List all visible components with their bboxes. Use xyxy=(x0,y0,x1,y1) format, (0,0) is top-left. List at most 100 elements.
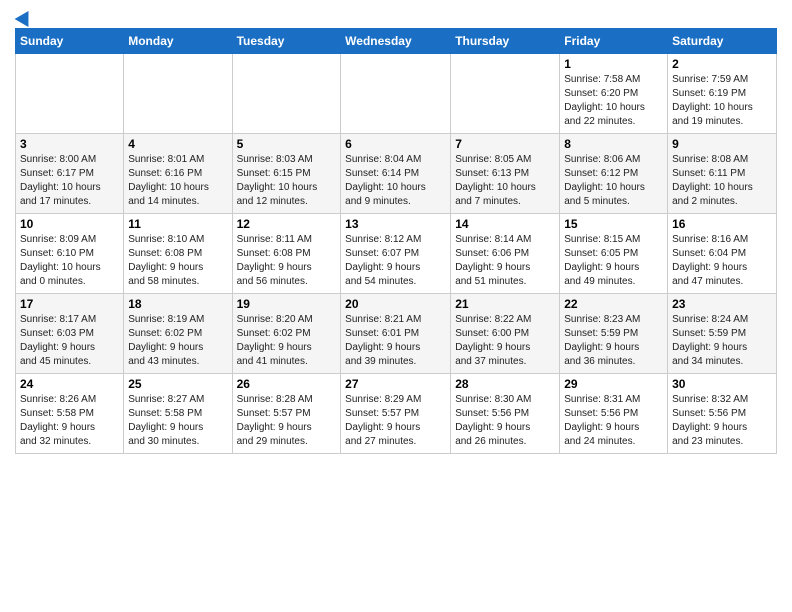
calendar-cell: 22 Sunrise: 8:23 AM Sunset: 5:59 PM Dayli… xyxy=(560,294,668,374)
day-info: Sunrise: 8:15 AM Sunset: 6:05 PM Dayligh… xyxy=(564,233,663,289)
day-info: Sunrise: 7:59 AM Sunset: 6:19 PM Dayligh… xyxy=(672,73,772,129)
day-info: Sunrise: 8:28 AM Sunset: 5:57 PM Dayligh… xyxy=(237,393,337,449)
calendar-cell: 2 Sunrise: 7:59 AM Sunset: 6:19 PM Daylig… xyxy=(668,54,777,134)
day-info: Sunrise: 8:21 AM Sunset: 6:01 PM Dayligh… xyxy=(345,313,446,369)
day-info: Sunrise: 8:01 AM Sunset: 6:16 PM Dayligh… xyxy=(128,153,227,209)
calendar-cell: 6 Sunrise: 8:04 AM Sunset: 6:14 PM Daylig… xyxy=(341,134,451,214)
weekday-header-sunday: Sunday xyxy=(16,29,124,54)
day-number: 7 xyxy=(455,137,555,151)
calendar-cell xyxy=(124,54,232,134)
day-info: Sunrise: 8:32 AM Sunset: 5:56 PM Dayligh… xyxy=(672,393,772,449)
day-number: 6 xyxy=(345,137,446,151)
day-info: Sunrise: 8:29 AM Sunset: 5:57 PM Dayligh… xyxy=(345,393,446,449)
day-number: 17 xyxy=(20,297,119,311)
day-info: Sunrise: 8:26 AM Sunset: 5:58 PM Dayligh… xyxy=(20,393,119,449)
calendar-cell: 12 Sunrise: 8:11 AM Sunset: 6:08 PM Dayli… xyxy=(232,214,341,294)
day-info: Sunrise: 8:11 AM Sunset: 6:08 PM Dayligh… xyxy=(237,233,337,289)
day-number: 27 xyxy=(345,377,446,391)
weekday-header-monday: Monday xyxy=(124,29,232,54)
calendar-cell: 23Sunrise: 8:24 AM Sunset: 5:59 PM Dayli… xyxy=(668,294,777,374)
logo xyxy=(15,14,33,24)
calendar-cell: 10 Sunrise: 8:09 AM Sunset: 6:10 PM Dayli… xyxy=(16,214,124,294)
week-row-2: 3 Sunrise: 8:00 AM Sunset: 6:17 PM Daylig… xyxy=(16,134,777,214)
day-info: Sunrise: 8:30 AM Sunset: 5:56 PM Dayligh… xyxy=(455,393,555,449)
week-row-5: 24 Sunrise: 8:26 AM Sunset: 5:58 PM Dayli… xyxy=(16,374,777,454)
day-number: 3 xyxy=(20,137,119,151)
day-number: 11 xyxy=(128,217,227,231)
day-info: Sunrise: 8:19 AM Sunset: 6:02 PM Dayligh… xyxy=(128,313,227,369)
day-info: Sunrise: 8:00 AM Sunset: 6:17 PM Dayligh… xyxy=(20,153,119,209)
day-info: Sunrise: 8:03 AM Sunset: 6:15 PM Dayligh… xyxy=(237,153,337,209)
weekday-header-saturday: Saturday xyxy=(668,29,777,54)
day-number: 24 xyxy=(20,377,119,391)
day-info: Sunrise: 8:27 AM Sunset: 5:58 PM Dayligh… xyxy=(128,393,227,449)
day-number: 10 xyxy=(20,217,119,231)
calendar-cell: 17 Sunrise: 8:17 AM Sunset: 6:03 PM Dayli… xyxy=(16,294,124,374)
weekday-header-friday: Friday xyxy=(560,29,668,54)
day-info: Sunrise: 8:10 AM Sunset: 6:08 PM Dayligh… xyxy=(128,233,227,289)
day-number: 18 xyxy=(128,297,227,311)
day-info: Sunrise: 8:06 AM Sunset: 6:12 PM Dayligh… xyxy=(564,153,663,209)
calendar-cell: 27 Sunrise: 8:29 AM Sunset: 5:57 PM Dayli… xyxy=(341,374,451,454)
day-info: Sunrise: 8:24 AM Sunset: 5:59 PM Dayligh… xyxy=(672,313,772,369)
weekday-header-row: SundayMondayTuesdayWednesdayThursdayFrid… xyxy=(16,29,777,54)
logo-triangle-icon xyxy=(15,7,36,27)
calendar-cell: 21 Sunrise: 8:22 AM Sunset: 6:00 PM Dayli… xyxy=(451,294,560,374)
calendar-cell: 25Sunrise: 8:27 AM Sunset: 5:58 PM Dayli… xyxy=(124,374,232,454)
day-number: 4 xyxy=(128,137,227,151)
day-info: Sunrise: 8:22 AM Sunset: 6:00 PM Dayligh… xyxy=(455,313,555,369)
day-number: 29 xyxy=(564,377,663,391)
day-number: 28 xyxy=(455,377,555,391)
calendar-cell: 24 Sunrise: 8:26 AM Sunset: 5:58 PM Dayli… xyxy=(16,374,124,454)
calendar-cell xyxy=(232,54,341,134)
day-info: Sunrise: 8:17 AM Sunset: 6:03 PM Dayligh… xyxy=(20,313,119,369)
calendar-table: SundayMondayTuesdayWednesdayThursdayFrid… xyxy=(15,28,777,454)
calendar-cell xyxy=(16,54,124,134)
day-info: Sunrise: 7:58 AM Sunset: 6:20 PM Dayligh… xyxy=(564,73,663,129)
day-info: Sunrise: 8:16 AM Sunset: 6:04 PM Dayligh… xyxy=(672,233,772,289)
weekday-header-thursday: Thursday xyxy=(451,29,560,54)
day-info: Sunrise: 8:08 AM Sunset: 6:11 PM Dayligh… xyxy=(672,153,772,209)
day-info: Sunrise: 8:04 AM Sunset: 6:14 PM Dayligh… xyxy=(345,153,446,209)
day-number: 5 xyxy=(237,137,337,151)
day-number: 16 xyxy=(672,217,772,231)
day-number: 20 xyxy=(345,297,446,311)
day-info: Sunrise: 8:05 AM Sunset: 6:13 PM Dayligh… xyxy=(455,153,555,209)
calendar-cell xyxy=(451,54,560,134)
calendar-cell: 28 Sunrise: 8:30 AM Sunset: 5:56 PM Dayli… xyxy=(451,374,560,454)
calendar-cell: 18 Sunrise: 8:19 AM Sunset: 6:02 PM Dayli… xyxy=(124,294,232,374)
day-number: 2 xyxy=(672,57,772,71)
day-info: Sunrise: 8:09 AM Sunset: 6:10 PM Dayligh… xyxy=(20,233,119,289)
day-number: 14 xyxy=(455,217,555,231)
day-number: 26 xyxy=(237,377,337,391)
calendar-cell: 15 Sunrise: 8:15 AM Sunset: 6:05 PM Dayli… xyxy=(560,214,668,294)
day-info: Sunrise: 8:12 AM Sunset: 6:07 PM Dayligh… xyxy=(345,233,446,289)
day-number: 1 xyxy=(564,57,663,71)
day-number: 12 xyxy=(237,217,337,231)
calendar-cell: 9 Sunrise: 8:08 AM Sunset: 6:11 PM Daylig… xyxy=(668,134,777,214)
day-number: 8 xyxy=(564,137,663,151)
calendar-cell: 30 Sunrise: 8:32 AM Sunset: 5:56 PM Dayli… xyxy=(668,374,777,454)
calendar-cell: 8 Sunrise: 8:06 AM Sunset: 6:12 PM Daylig… xyxy=(560,134,668,214)
page-header xyxy=(15,10,777,24)
calendar-cell: 13Sunrise: 8:12 AM Sunset: 6:07 PM Dayli… xyxy=(341,214,451,294)
calendar-cell: 7 Sunrise: 8:05 AM Sunset: 6:13 PM Daylig… xyxy=(451,134,560,214)
day-number: 9 xyxy=(672,137,772,151)
day-info: Sunrise: 8:23 AM Sunset: 5:59 PM Dayligh… xyxy=(564,313,663,369)
day-number: 30 xyxy=(672,377,772,391)
calendar-body: 1 Sunrise: 7:58 AM Sunset: 6:20 PM Daylig… xyxy=(16,54,777,454)
day-number: 15 xyxy=(564,217,663,231)
calendar-cell: 4 Sunrise: 8:01 AM Sunset: 6:16 PM Daylig… xyxy=(124,134,232,214)
calendar-cell: 3 Sunrise: 8:00 AM Sunset: 6:17 PM Daylig… xyxy=(16,134,124,214)
weekday-header-wednesday: Wednesday xyxy=(341,29,451,54)
day-number: 22 xyxy=(564,297,663,311)
calendar-cell: 19Sunrise: 8:20 AM Sunset: 6:02 PM Dayli… xyxy=(232,294,341,374)
calendar-cell: 14 Sunrise: 8:14 AM Sunset: 6:06 PM Dayli… xyxy=(451,214,560,294)
calendar-cell: 20 Sunrise: 8:21 AM Sunset: 6:01 PM Dayli… xyxy=(341,294,451,374)
day-info: Sunrise: 8:14 AM Sunset: 6:06 PM Dayligh… xyxy=(455,233,555,289)
calendar-cell: 16 Sunrise: 8:16 AM Sunset: 6:04 PM Dayli… xyxy=(668,214,777,294)
calendar-cell: 29Sunrise: 8:31 AM Sunset: 5:56 PM Dayli… xyxy=(560,374,668,454)
day-number: 21 xyxy=(455,297,555,311)
week-row-4: 17 Sunrise: 8:17 AM Sunset: 6:03 PM Dayli… xyxy=(16,294,777,374)
weekday-header-tuesday: Tuesday xyxy=(232,29,341,54)
